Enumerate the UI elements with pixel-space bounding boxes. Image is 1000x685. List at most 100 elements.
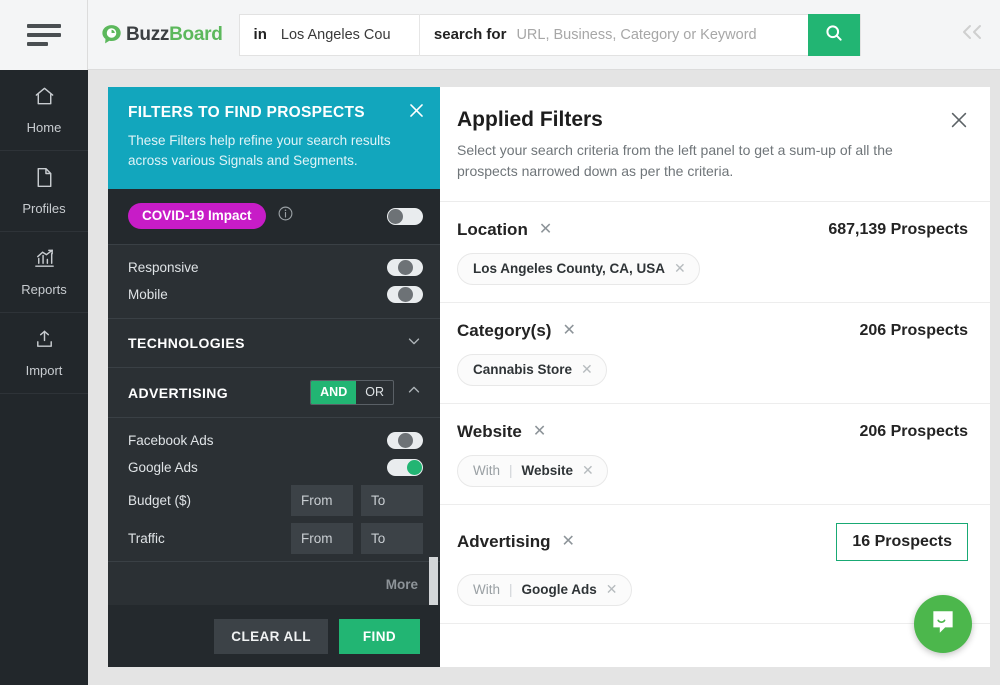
google-ads-toggle[interactable] bbox=[387, 459, 423, 477]
filters-footer: CLEAR ALL FIND bbox=[108, 605, 440, 667]
filters-scrollbar[interactable] bbox=[429, 557, 438, 605]
filter-group-header: Advertising ✕ 16 Prospects bbox=[457, 522, 968, 561]
operator-and-button[interactable]: AND bbox=[311, 381, 357, 405]
find-button[interactable]: FIND bbox=[338, 618, 420, 654]
applied-filters-panel: Applied Filters Select your search crite… bbox=[440, 87, 990, 667]
document-icon bbox=[33, 166, 56, 194]
chat-bubble-button[interactable] bbox=[914, 595, 972, 653]
buzzboard-logo[interactable]: BuzzBoard bbox=[101, 24, 223, 46]
filters-close-icon[interactable] bbox=[407, 101, 426, 125]
chip-prefix: With bbox=[473, 581, 500, 597]
chevron-down-icon[interactable] bbox=[405, 332, 423, 355]
applied-filters-subtitle: Select your search criteria from the lef… bbox=[457, 142, 893, 180]
app-root: BuzzBoard in search for bbox=[0, 0, 1000, 685]
menu-toggle-button[interactable] bbox=[0, 0, 88, 70]
remove-group-icon[interactable]: ✕ bbox=[562, 533, 575, 550]
filter-label: Google Ads bbox=[128, 460, 198, 476]
sidebar-item-label: Profiles bbox=[22, 201, 66, 216]
sidebar-item-label: Home bbox=[26, 120, 62, 135]
top-bar: BuzzBoard in search for bbox=[0, 0, 1000, 70]
sidebar-item-profiles[interactable]: Profiles bbox=[0, 151, 88, 232]
covid-toggle[interactable] bbox=[387, 207, 423, 225]
speech-bubble-logo-icon bbox=[101, 24, 123, 46]
location-group: in bbox=[240, 13, 420, 56]
budget-to-input[interactable] bbox=[361, 484, 423, 516]
traffic-to-input[interactable] bbox=[361, 522, 423, 554]
sidebar-item-label: Import bbox=[25, 363, 63, 378]
info-icon[interactable] bbox=[277, 205, 294, 227]
search-input[interactable] bbox=[516, 26, 799, 43]
filter-group-location: Location ✕ 687,139 Prospects Los Angeles… bbox=[440, 202, 990, 303]
section-technologies[interactable]: TECHNOLOGIES bbox=[108, 318, 440, 369]
logo-text-board: Board bbox=[169, 23, 223, 45]
applied-filters-header: Applied Filters Select your search crite… bbox=[440, 87, 990, 202]
search-for-label: search for bbox=[433, 26, 507, 43]
operator-or-button[interactable]: OR bbox=[356, 381, 393, 404]
prospect-count: 206 Prospects bbox=[859, 321, 968, 339]
remove-group-icon[interactable]: ✕ bbox=[533, 423, 546, 440]
filter-chip[interactable]: With | Google Ads ✕ bbox=[457, 573, 632, 606]
prospect-count: 687,139 Prospects bbox=[828, 220, 968, 238]
sidebar-item-import[interactable]: Import bbox=[0, 313, 88, 394]
traffic-from-input[interactable] bbox=[291, 522, 353, 554]
clear-all-button[interactable]: CLEAR ALL bbox=[214, 618, 328, 654]
filter-group-advertising: Advertising ✕ 16 Prospects With | Google… bbox=[440, 505, 990, 624]
filter-group-name: Location bbox=[457, 219, 528, 239]
collapse-panel-button[interactable] bbox=[958, 22, 986, 46]
filters-panel-header: FILTERS TO FIND PROSPECTS These Filters … bbox=[108, 87, 440, 190]
filters-panel: FILTERS TO FIND PROSPECTS These Filters … bbox=[108, 87, 440, 667]
chip-remove-icon[interactable]: ✕ bbox=[606, 582, 618, 596]
hamburger-icon bbox=[26, 23, 61, 46]
filter-chip[interactable]: Los Angeles County, CA, USA ✕ bbox=[457, 252, 700, 285]
chip-remove-icon[interactable]: ✕ bbox=[674, 261, 686, 275]
chip-value: Los Angeles County, CA, USA bbox=[473, 260, 666, 276]
filter-row-budget: Budget ($) bbox=[108, 481, 440, 519]
filter-group-header: Website ✕ 206 Prospects bbox=[457, 422, 968, 442]
chip-list: Cannabis Store ✕ bbox=[457, 353, 968, 386]
section-advertising: ADVERTISING AND OR bbox=[108, 368, 440, 419]
filter-chip[interactable]: Cannabis Store ✕ bbox=[457, 353, 607, 386]
filter-group-name: Website bbox=[457, 421, 522, 441]
prospect-count-highlighted: 16 Prospects bbox=[836, 522, 968, 561]
remove-group-icon[interactable]: ✕ bbox=[562, 322, 575, 339]
home-icon bbox=[33, 85, 56, 113]
panels-wrapper: FILTERS TO FIND PROSPECTS These Filters … bbox=[108, 87, 990, 667]
chevron-up-icon[interactable] bbox=[405, 381, 423, 404]
applied-filters-close-icon[interactable] bbox=[948, 109, 970, 136]
filter-group-left: Location ✕ bbox=[457, 220, 552, 240]
sidebar-item-home[interactable]: Home bbox=[0, 70, 88, 151]
filter-row-facebook-ads: Facebook Ads bbox=[108, 427, 440, 454]
section-title: ADVERTISING bbox=[128, 384, 229, 401]
filter-group-left: Website ✕ bbox=[457, 422, 546, 442]
chip-remove-icon[interactable]: ✕ bbox=[581, 362, 593, 376]
filter-chip[interactable]: With | Website ✕ bbox=[457, 454, 608, 487]
chip-remove-icon[interactable]: ✕ bbox=[582, 463, 594, 477]
content-area: FILTERS TO FIND PROSPECTS These Filters … bbox=[88, 70, 1000, 685]
filter-group-name: Category(s) bbox=[457, 320, 552, 340]
covid-filter-row: COVID-19 Impact bbox=[108, 189, 440, 246]
filters-panel-title: FILTERS TO FIND PROSPECTS bbox=[128, 104, 365, 121]
upload-icon bbox=[33, 328, 56, 356]
remove-group-icon[interactable]: ✕ bbox=[539, 221, 552, 238]
facebook-ads-toggle[interactable] bbox=[387, 432, 423, 450]
filter-label: Traffic bbox=[128, 530, 165, 546]
search-icon bbox=[824, 23, 844, 46]
filter-row-mobile: Mobile bbox=[108, 281, 440, 308]
filter-label: Responsive bbox=[128, 260, 199, 276]
more-link[interactable]: More bbox=[386, 577, 418, 592]
covid-badge[interactable]: COVID-19 Impact bbox=[128, 203, 266, 230]
section-controls: AND OR bbox=[310, 380, 423, 406]
budget-from-input[interactable] bbox=[291, 484, 353, 516]
chip-value: Cannabis Store bbox=[473, 361, 573, 377]
filter-label: Facebook Ads bbox=[128, 433, 214, 449]
responsive-toggle[interactable] bbox=[387, 259, 423, 277]
logo-wordmark: BuzzBoard bbox=[126, 24, 223, 46]
sidebar-item-reports[interactable]: Reports bbox=[0, 232, 88, 313]
mobile-toggle[interactable] bbox=[387, 286, 423, 304]
location-input[interactable] bbox=[280, 26, 409, 43]
left-sidebar: Home Profiles Reports Import bbox=[0, 70, 88, 685]
chip-value: Google Ads bbox=[521, 581, 597, 597]
search-button[interactable] bbox=[808, 13, 861, 56]
section-title: TECHNOLOGIES bbox=[128, 335, 245, 352]
filter-group-header: Location ✕ 687,139 Prospects bbox=[457, 220, 968, 240]
